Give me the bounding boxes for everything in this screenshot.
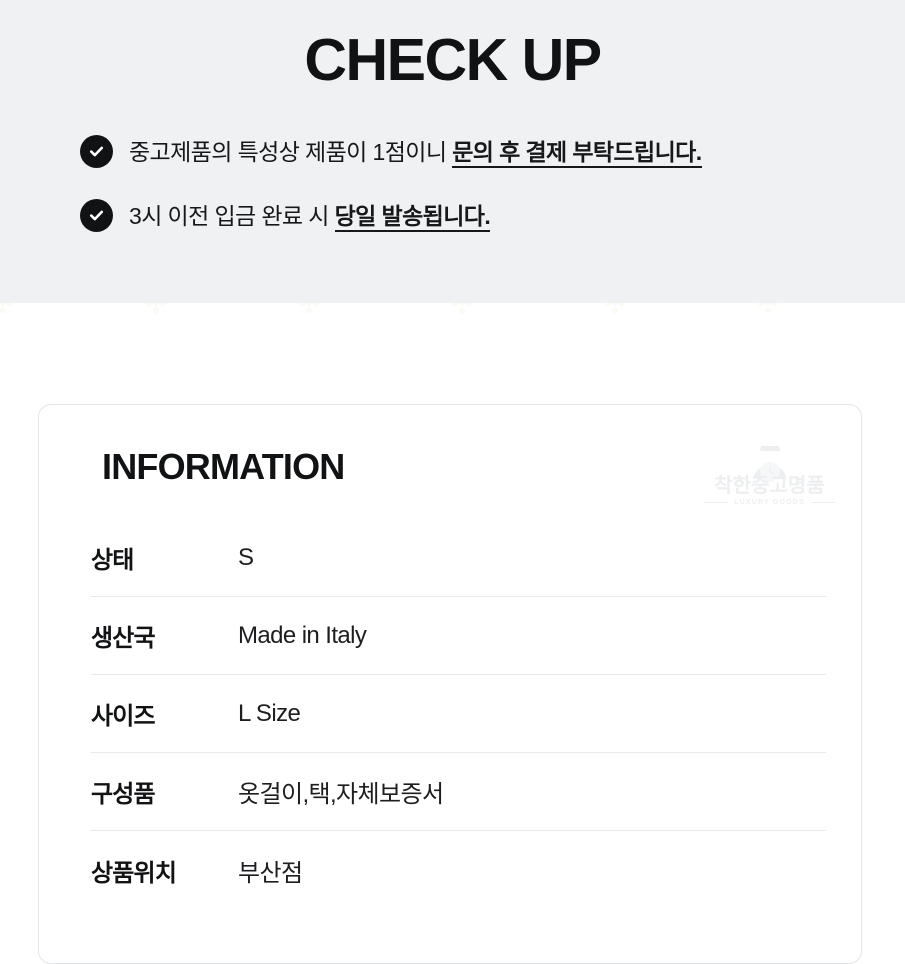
list-item: 3시 이전 입금 완료 시 당일 발송됩니다.: [80, 197, 880, 233]
notice-text: 중고제품의 특성상 제품이 1점이니 문의 후 결제 부탁드립니다.: [129, 133, 702, 169]
brand-watermark-rule-left: [704, 502, 728, 503]
notice-text-plain: 중고제품의 특성상 제품이 1점이니: [129, 139, 453, 165]
page-title: CHECK UP: [304, 27, 602, 93]
table-row-value: 옷걸이,택,자체보증서: [238, 781, 444, 808]
information-heading: INFORMATION: [102, 446, 345, 487]
table-row: 구성품 옷걸이,택,자체보증서: [91, 753, 826, 831]
table-row-value: 부산점: [238, 859, 303, 887]
table-row-label: 생산국: [91, 625, 156, 652]
table-row-value: L Size: [238, 699, 301, 727]
wristwatch-icon: [754, 446, 786, 482]
background-watermark-glyphs: ✣ ✣ ✣ ✣ ✣ ✣ ✣ ✣ ✣ ✣ ✣ ✣ ✣ ✣: [0, 303, 905, 319]
brand-watermark: 착한중고명품 LUXURY GOODS: [702, 445, 837, 513]
notice-text: 3시 이전 입금 완료 시 당일 발송됩니다.: [129, 197, 491, 233]
notice-text-plain: 3시 이전 입금 완료 시: [129, 203, 335, 230]
list-item: 중고제품의 특성상 제품이 1점이니 문의 후 결제 부탁드립니다.: [80, 133, 880, 169]
background-watermark-strip: ✣ ✣ ✣ ✣ ✣ ✣ ✣ ✣ ✣ ✣ ✣ ✣ ✣ ✣: [0, 303, 905, 348]
brand-watermark-name: 착한중고명품: [714, 475, 825, 497]
table-row-label: 구성품: [91, 781, 156, 808]
table-row: 사이즈 L Size: [91, 675, 826, 753]
information-card: INFORMATION 착한중고명품 LUXURY GOODS 상태 S 생산국…: [38, 404, 862, 964]
information-table: 상태 S 생산국 Made in Italy 사이즈 L Size 구성품 옷걸…: [91, 519, 826, 909]
checkup-section: CHECK UP 중고제품의 특성상 제품이 1점이니 문의 후 결제 부탁드립…: [0, 0, 905, 303]
checkup-notice-list: 중고제품의 특성상 제품이 1점이니 문의 후 결제 부탁드립니다. 3시 이전…: [80, 133, 880, 262]
table-row-label: 상품위치: [91, 859, 177, 887]
check-circle-icon: [80, 135, 113, 168]
brand-watermark-tagline: LUXURY GOODS: [734, 499, 805, 506]
table-row-value: Made in Italy: [238, 621, 367, 649]
table-row: 생산국 Made in Italy: [91, 597, 826, 675]
table-row-label: 사이즈: [91, 703, 156, 730]
table-row: 상태 S: [91, 519, 826, 597]
brand-watermark-rule-right: [811, 502, 835, 503]
table-row-label: 상태: [91, 547, 134, 574]
table-row-value: S: [238, 543, 254, 571]
notice-text-emphasis: 당일 발송됩니다.: [334, 203, 491, 233]
table-row: 상품위치 부산점: [91, 831, 826, 909]
check-circle-icon: [80, 199, 113, 233]
notice-text-emphasis: 문의 후 결제 부탁드립니다.: [452, 139, 702, 168]
